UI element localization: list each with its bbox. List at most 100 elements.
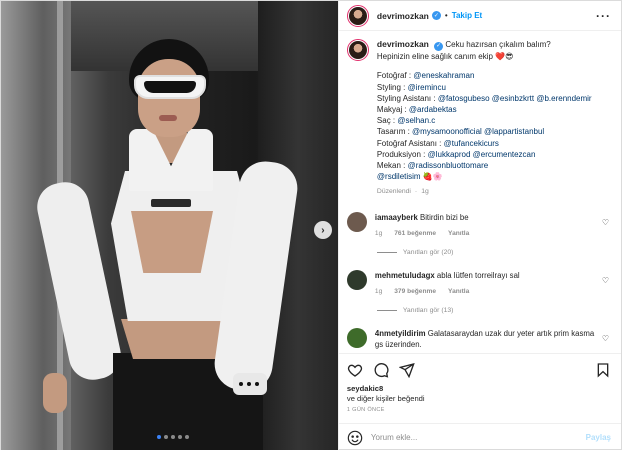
view-replies-button[interactable]: Yanıtları gör (20) — [377, 249, 611, 256]
comment-username[interactable]: 4nmetyildirim — [375, 329, 426, 338]
share-icon[interactable] — [398, 362, 415, 378]
edited-label: Düzenlendi — [376, 188, 411, 196]
credit-line: Styling : @iremincu — [377, 82, 592, 93]
header-username[interactable]: devrimozkan — [377, 11, 429, 21]
top-cutout — [131, 211, 213, 273]
credit-line: Produksiyon : @lukkaprod @ercumentezcan — [377, 149, 592, 160]
credit-label: Mekan : — [376, 160, 408, 170]
carousel-dots — [157, 435, 189, 439]
credit-handles[interactable]: @selhan.c — [397, 116, 435, 125]
heart-icon[interactable]: ♡ — [602, 334, 609, 343]
credit-label: Saç : — [376, 116, 398, 126]
credit-line: Fotoğraf : @eneskahraman — [377, 70, 592, 81]
heart-icon[interactable]: ♡ — [602, 276, 609, 285]
verified-icon: ✓ — [431, 11, 441, 20]
credit-handles[interactable]: @iremincu — [408, 83, 446, 92]
avatar[interactable] — [346, 327, 367, 348]
left-hand — [43, 373, 67, 413]
carousel-dot — [164, 435, 168, 439]
avatar[interactable] — [346, 39, 369, 61]
avatar[interactable] — [346, 211, 367, 232]
likes-rest[interactable]: ve diğer kişiler beğendi — [347, 394, 425, 403]
more-icon[interactable]: ··· — [596, 9, 611, 23]
comment-username[interactable]: mehmetuludagx — [375, 271, 435, 280]
comment-icon[interactable] — [373, 362, 389, 378]
credit-handles[interactable]: @rsdiletisim — [377, 172, 421, 181]
post-time-ago: 1 GÜN ÖNCE — [346, 407, 385, 413]
comment-text: abla lütfen torreilrayı sal — [436, 270, 520, 280]
comment-body: mehmetuludagx abla lütfen torreilrayı sa… — [375, 270, 595, 297]
comment-list: iamaayberk Bitirdin bizi be 1g 761 beğenme… — [346, 211, 611, 353]
comment-username[interactable]: iamaayberk — [375, 213, 418, 222]
comment-text: Bitirdin bizi be — [420, 212, 469, 222]
post-comment-button[interactable]: Paylaş — [586, 433, 611, 442]
left-sleeve — [32, 177, 126, 385]
caption-text: Ceku hazırsan çıkalım balım? — [445, 40, 551, 49]
credit-line: Tasarım : @mysamoonofficial @lappartista… — [377, 126, 592, 137]
credit-label: Styling : — [376, 82, 408, 92]
sunglasses — [134, 75, 206, 99]
credit-handles[interactable]: @tufancekicurs — [444, 139, 499, 148]
comment-meta: 1g 379 beğenme Yanıtla — [375, 286, 595, 297]
sleeve-cuff — [233, 373, 267, 395]
comment-item: 4nmetyildirim Galatasaraydan uzak dur ye… — [346, 327, 611, 353]
post-actions: seydakic8 ve diğer kişiler beğendi 1 GÜN… — [338, 353, 621, 413]
lips — [159, 115, 177, 121]
credit-handles[interactable]: @ardabektas — [409, 105, 457, 114]
caption-username[interactable]: devrimozkan — [377, 39, 429, 49]
comment-body: 4nmetyildirim Galatasaraydan uzak dur ye… — [375, 328, 595, 353]
credit-handles[interactable]: @radissonbluottomare — [408, 161, 489, 170]
post-header: devrimozkan ✓ • Takip Et ··· — [338, 1, 621, 31]
first-liker[interactable]: seydakic8 — [347, 384, 383, 393]
comment-time: 1g — [374, 287, 383, 295]
chevron-right-icon: › — [321, 224, 325, 236]
bookmark-icon[interactable] — [595, 362, 611, 378]
post-side-panel: devrimozkan ✓ • Takip Et ··· devrimozkan… — [337, 1, 621, 450]
comment-likes[interactable]: 761 beğenme — [394, 228, 436, 239]
credit-handles[interactable]: @eneskahraman — [413, 71, 474, 80]
carousel-dot — [185, 435, 189, 439]
comment-item: iamaayberk Bitirdin bizi be 1g 761 beğenme… — [346, 211, 611, 239]
carousel-dot — [171, 435, 175, 439]
credit-label: Produksiyon : — [376, 149, 428, 159]
heart-icon[interactable] — [347, 362, 363, 378]
action-icons — [347, 360, 611, 380]
avatar[interactable] — [346, 269, 367, 290]
add-comment-bar: Paylaş — [338, 423, 621, 450]
comment-time: 1g — [374, 229, 383, 237]
credit-handles[interactable]: @lukkaprod @ercumentezcan — [428, 150, 536, 159]
likes-summary[interactable]: seydakic8 ve diğer kişiler beğendi — [347, 384, 611, 404]
comment-likes[interactable]: 379 beğenme — [394, 286, 436, 297]
post-caption: devrimozkan ✓ Ceku hazırsan çıkalım balı… — [346, 39, 611, 198]
credit-label: Fotoğraf : — [376, 71, 414, 81]
comment-item: mehmetuludagx abla lütfen torreilrayı sa… — [346, 269, 611, 297]
credit-label: Styling Asistanı : — [376, 93, 438, 103]
credit-handles[interactable]: @mysamoonofficial @lappartistanbul — [412, 127, 544, 136]
credit-handles[interactable]: @fatosgubeso @esinbzkrtt @b.erenndemir — [438, 94, 592, 103]
credit-line: Styling Asistanı : @fatosgubeso @esinbzk… — [377, 93, 592, 104]
carousel-dot — [178, 435, 182, 439]
caption-emoji: ❤️😎 — [495, 52, 514, 62]
avatar[interactable] — [346, 4, 369, 27]
post-photo[interactable]: › — [1, 1, 338, 450]
caption-time: 1g — [421, 188, 429, 196]
emoji-icon[interactable] — [347, 430, 363, 446]
comments-section[interactable]: devrimozkan ✓ Ceku hazırsan çıkalım balı… — [339, 31, 621, 353]
caption-body: devrimozkan ✓ Ceku hazırsan çıkalım balı… — [377, 39, 592, 198]
reply-button[interactable]: Yanıtla — [448, 228, 469, 239]
credit-line: @rsdiletisim 🍓🌸 — [377, 171, 592, 182]
caption-emoji: 🍓🌸 — [422, 172, 443, 182]
heart-icon[interactable]: ♡ — [602, 218, 609, 227]
view-replies-button[interactable]: Yanıtları gör (13) — [377, 307, 611, 314]
next-photo-button[interactable]: › — [313, 221, 332, 239]
caption-text: Hepinizin eline sağlık canım ekip — [376, 52, 493, 62]
carousel-dot — [157, 435, 161, 439]
follow-button[interactable]: Takip Et — [452, 11, 483, 20]
reply-button[interactable]: Yanıtla — [448, 286, 469, 297]
credits-list: Fotoğraf : @eneskahraman Styling : @iremi… — [377, 70, 592, 182]
comment-body: iamaayberk Bitirdin bizi be 1g 761 beğenme… — [375, 212, 595, 239]
credit-line: Saç : @selhan.c — [377, 115, 592, 126]
comment-input[interactable] — [370, 433, 586, 442]
credit-label: Tasarım : — [376, 127, 413, 137]
instagram-post: › devrimozkan ✓ • Takip Et ··· devrimozk… — [0, 0, 622, 450]
